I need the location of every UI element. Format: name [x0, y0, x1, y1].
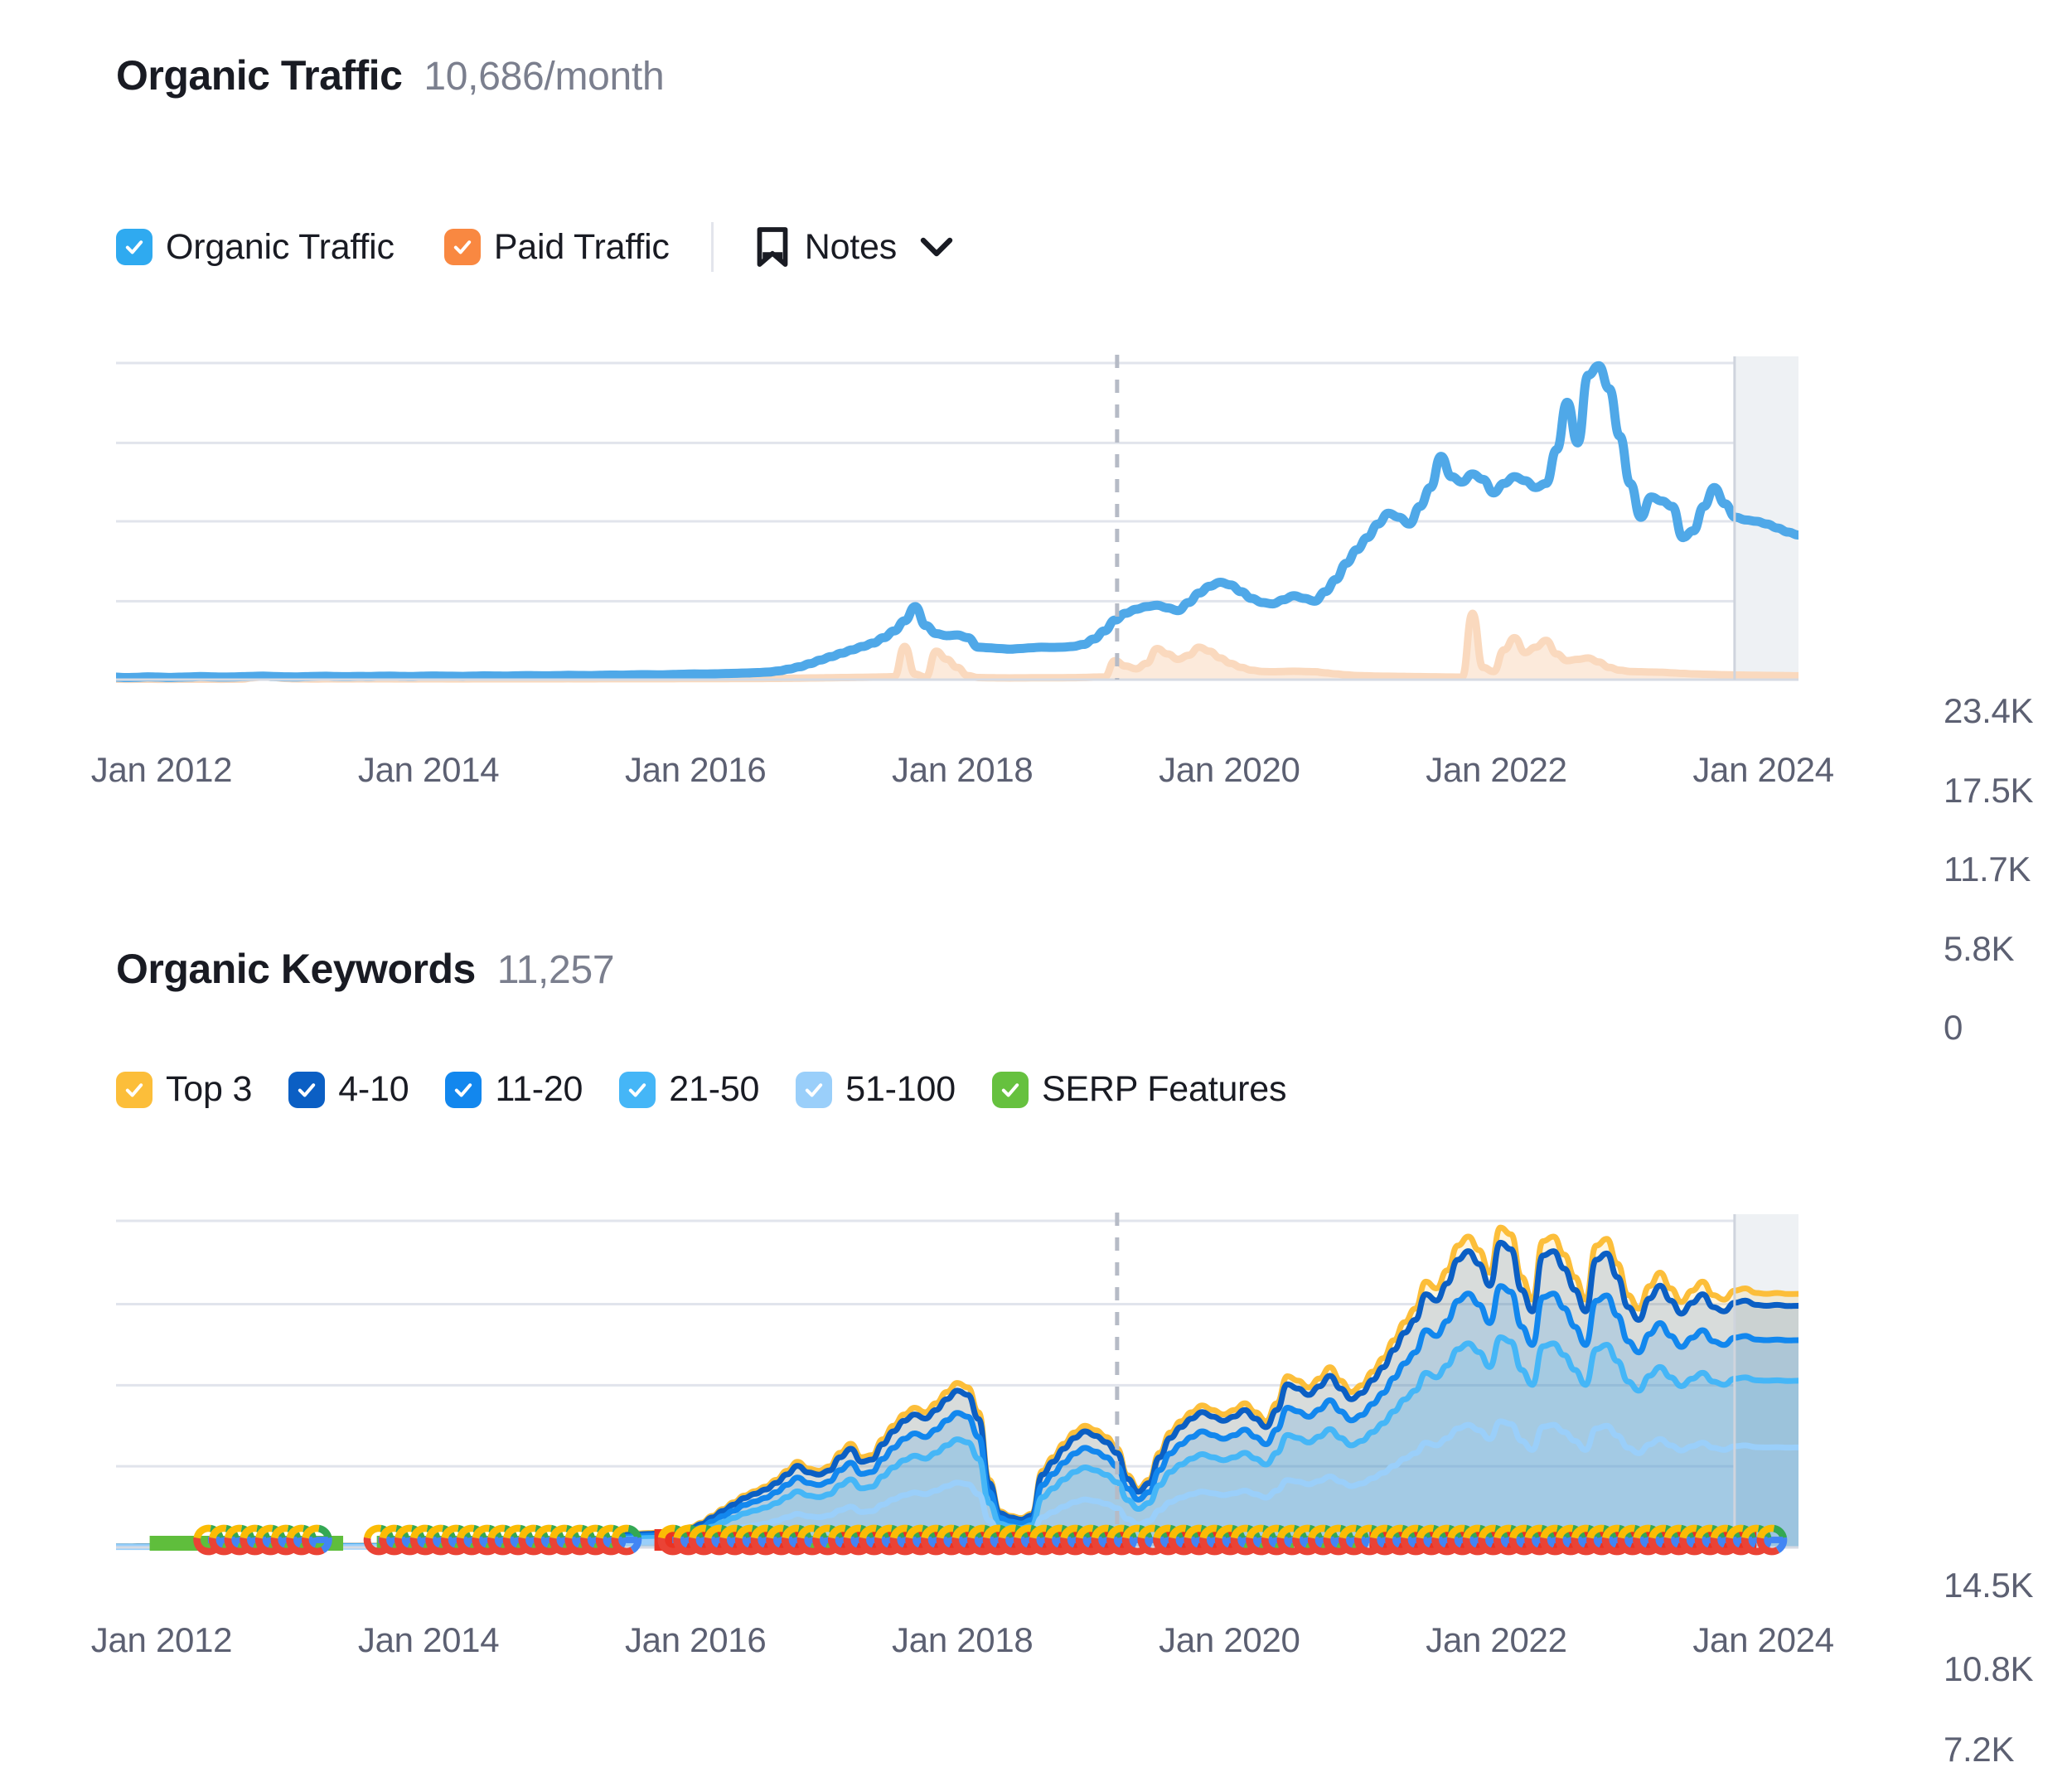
- seo-metrics-panel: Organic Traffic 10,686/month Organic Tra…: [0, 0, 2072, 1772]
- x-axis-tick-label: Jan 2012: [90, 1620, 233, 1659]
- legend-item-21-50[interactable]: 21-50: [619, 1069, 759, 1110]
- legend-item-top-3[interactable]: Top 3: [116, 1069, 252, 1110]
- organic-traffic-legend: Organic Traffic Paid Traffic Notes: [116, 222, 953, 272]
- legend-label: Organic Traffic: [166, 226, 395, 267]
- legend-item-serp-features[interactable]: SERP Features: [991, 1069, 1287, 1110]
- organic-keywords-legend: Top 3 4-10 11-20 21-50 51-100 SERP Featu…: [116, 1069, 1287, 1110]
- note-flag-icon: [757, 227, 788, 267]
- legend-item-51-100[interactable]: 51-100: [796, 1069, 956, 1110]
- x-axis-tick-label: Jan 2020: [1159, 750, 1300, 789]
- legend-label: Paid Traffic: [493, 226, 670, 267]
- legend-label: 4-10: [338, 1069, 409, 1109]
- x-axis-tick-label: Jan 2012: [90, 750, 233, 789]
- chevron-down-icon[interactable]: [920, 236, 953, 258]
- organic-traffic-x-axis: Jan 2012 Jan 2014 Jan 2016 Jan 2018 Jan 2020…: [91, 750, 1834, 800]
- legend-divider: [710, 222, 714, 272]
- checkbox-checked-icon[interactable]: [443, 229, 481, 265]
- x-axis-tick-label: Jan 2014: [357, 750, 500, 789]
- y-axis-tick-label: 11.7K: [1944, 850, 2031, 888]
- organic-keywords-value: 11,257: [496, 948, 615, 992]
- legend-item-paid-traffic[interactable]: Paid Traffic: [443, 226, 670, 268]
- section-title: Organic Keywords: [116, 946, 476, 992]
- y-axis-tick-label: 0: [1944, 1008, 1963, 1047]
- organic-traffic-plot[interactable]: [116, 348, 1798, 696]
- x-axis-tick-label: Jan 2022: [1426, 750, 1567, 789]
- x-axis-tick-label: Jan 2024: [1692, 750, 1834, 789]
- legend-label: 11-20: [495, 1069, 583, 1109]
- checkbox-checked-icon[interactable]: [116, 1071, 152, 1108]
- y-axis-tick-label: 10.8K: [1944, 1649, 2034, 1688]
- organic-keywords-plot[interactable]: [116, 1206, 1798, 1571]
- checkbox-checked-icon[interactable]: [116, 229, 152, 265]
- x-axis-tick-label: Jan 2022: [1426, 1620, 1567, 1659]
- checkbox-checked-icon[interactable]: [991, 1071, 1029, 1108]
- x-axis-tick-label: Jan 2020: [1159, 1620, 1300, 1659]
- organic-traffic-value: 10,686/month: [424, 55, 665, 99]
- x-axis-tick-label: Jan 2016: [624, 1620, 767, 1659]
- checkbox-checked-icon[interactable]: [619, 1071, 656, 1108]
- organic-traffic-header: Organic Traffic 10,686/month: [116, 51, 665, 99]
- legend-label: 21-50: [669, 1069, 760, 1109]
- legend-label: Top 3: [166, 1069, 253, 1109]
- x-axis-tick-label: Jan 2018: [892, 1620, 1034, 1659]
- y-axis-tick-label: 17.5K: [1944, 771, 2034, 811]
- x-axis-tick-label: Jan 2018: [892, 750, 1034, 789]
- x-axis-tick-label: Jan 2014: [357, 1620, 500, 1659]
- notes-button[interactable]: Notes: [755, 227, 953, 268]
- legend-item-11-20[interactable]: 11-20: [445, 1069, 583, 1110]
- checkbox-checked-icon[interactable]: [796, 1071, 833, 1108]
- checkbox-checked-icon[interactable]: [288, 1071, 326, 1108]
- x-axis-tick-label: Jan 2024: [1692, 1620, 1834, 1659]
- legend-item-4-10[interactable]: 4-10: [288, 1069, 409, 1110]
- legend-item-organic-traffic[interactable]: Organic Traffic: [116, 227, 395, 268]
- organic-keywords-header: Organic Keywords 11,257: [116, 945, 615, 993]
- organic-keywords-x-axis: Jan 2012 Jan 2014 Jan 2016 Jan 2018 Jan 2020…: [91, 1620, 1834, 1670]
- organic-traffic-chart[interactable]: 0 5.8K 11.7K 17.5K 23.4K: [116, 348, 2034, 1047]
- organic-keywords-chart[interactable]: 03.6K7.2K10.8K14.5K: [116, 1206, 2034, 1769]
- y-axis-tick-label: 23.4K: [1944, 691, 2034, 730]
- y-axis-tick-label: 14.5K: [1944, 1566, 2034, 1605]
- legend-label: SERP Features: [1041, 1069, 1287, 1109]
- page-title: Organic Traffic: [116, 52, 403, 99]
- x-axis-tick-label: Jan 2016: [624, 750, 767, 789]
- checkbox-checked-icon[interactable]: [445, 1071, 482, 1108]
- legend-label: 51-100: [845, 1069, 956, 1109]
- y-axis-tick-label: 5.8K: [1944, 929, 2015, 969]
- y-axis-tick-label: 7.2K: [1944, 1730, 2015, 1770]
- notes-label: Notes: [804, 226, 898, 267]
